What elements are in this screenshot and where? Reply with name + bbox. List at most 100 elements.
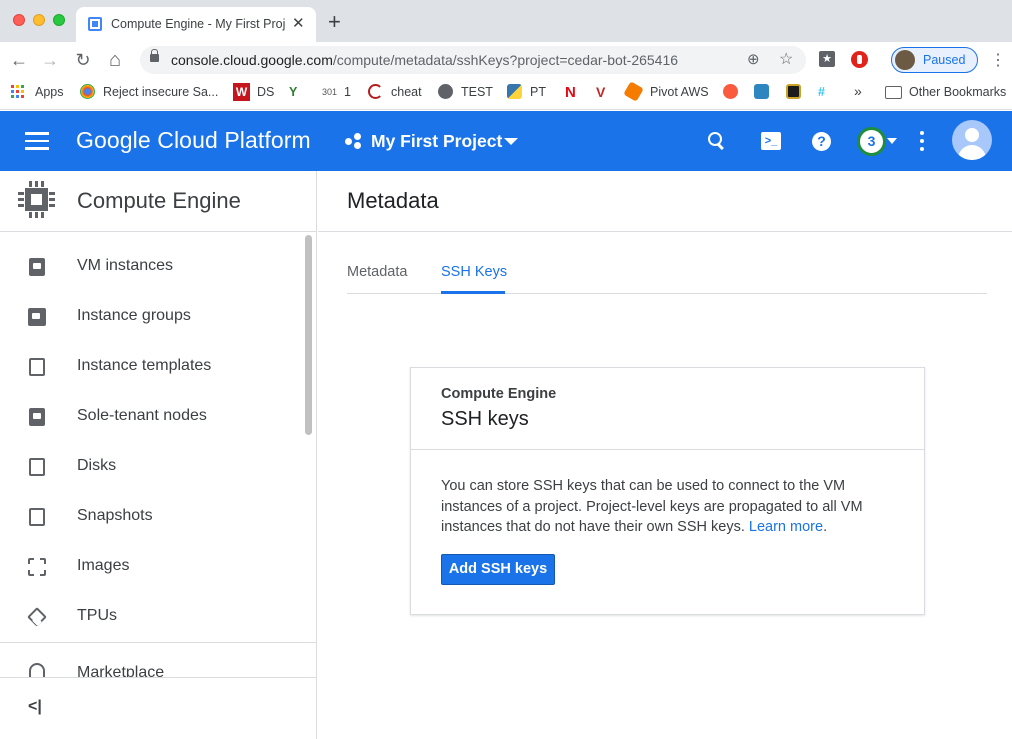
tab-close-icon[interactable]: ✕ bbox=[292, 14, 305, 32]
zoom-window-button[interactable] bbox=[53, 14, 65, 26]
aws-icon bbox=[623, 81, 644, 102]
bookmark-star-icon[interactable]: ☆ bbox=[779, 49, 793, 69]
crescent-icon bbox=[368, 84, 383, 99]
profile-button[interactable]: Paused bbox=[891, 47, 978, 73]
sidebar-item-label: Disks bbox=[77, 457, 117, 474]
sidebar-item-disks[interactable]: Disks bbox=[0, 442, 300, 492]
music-icon[interactable] bbox=[723, 84, 738, 99]
new-tab-button[interactable]: + bbox=[328, 11, 341, 33]
bookmark-cheat[interactable]: cheat bbox=[391, 85, 422, 99]
instance-templates-icon bbox=[29, 358, 45, 376]
page-title-bar: Metadata bbox=[318, 171, 1012, 232]
card-title: SSH keys bbox=[441, 408, 529, 430]
sidebar-item-label: VM instances bbox=[77, 257, 174, 274]
ssh-keys-card: Compute Engine SSH keys You can store SS… bbox=[410, 367, 925, 615]
browser-tab-strip: Compute Engine - My First Proje ✕ + bbox=[0, 0, 1012, 42]
sidebar-item-instance-groups[interactable]: Instance groups bbox=[0, 292, 300, 342]
other-bookmarks[interactable]: Other Bookmarks bbox=[909, 85, 1006, 99]
chrome-icon bbox=[80, 84, 95, 99]
bookmark-reject-insecure[interactable]: Reject insecure Sa... bbox=[103, 85, 218, 99]
sidebar-item-label: Sole-tenant nodes bbox=[77, 407, 207, 424]
sidebar-item-label: Marketplace bbox=[77, 664, 165, 677]
opera-extension-icon[interactable] bbox=[851, 51, 868, 68]
sidebar-item-vm-instances[interactable]: VM instances bbox=[0, 242, 300, 292]
sidebar-item-tpus[interactable]: TPUs bbox=[0, 592, 300, 642]
bookmarks-overflow-icon[interactable]: » bbox=[854, 83, 862, 99]
add-ssh-keys-button[interactable]: Add SSH keys bbox=[441, 554, 555, 585]
card-description-period: . bbox=[823, 519, 828, 535]
sole-tenant-node-icon bbox=[29, 408, 45, 426]
v-logo-icon[interactable]: V bbox=[596, 84, 605, 100]
bookmark-1[interactable]: 1 bbox=[344, 85, 351, 99]
marketplace-icon bbox=[29, 663, 45, 677]
gcp-header: Google Cloud Platform My First Project >… bbox=[0, 111, 1012, 171]
metadata-tabs: Metadata SSH Keys bbox=[347, 256, 987, 294]
search-icon[interactable] bbox=[707, 131, 727, 151]
browser-tab[interactable]: Compute Engine - My First Proje ✕ bbox=[76, 7, 316, 42]
home-icon[interactable]: ⌂ bbox=[103, 48, 127, 72]
address-bar[interactable]: console.cloud.google.com/compute/metadat… bbox=[140, 46, 806, 74]
more-vert-icon[interactable] bbox=[919, 131, 925, 151]
learn-more-link[interactable]: Learn more bbox=[749, 519, 823, 535]
close-window-button[interactable] bbox=[13, 14, 25, 26]
globe-icon bbox=[438, 84, 453, 99]
tab-metadata[interactable]: Metadata bbox=[347, 264, 407, 280]
badge-icon[interactable] bbox=[786, 84, 801, 99]
sidebar-divider bbox=[0, 642, 316, 643]
sidebar-header: Compute Engine bbox=[0, 171, 316, 232]
zoom-icon[interactable]: ⊕ bbox=[747, 50, 760, 68]
chrome-menu-icon[interactable]: ⋮ bbox=[990, 50, 1006, 70]
menu-icon[interactable] bbox=[25, 132, 49, 150]
sidebar-footer: <| bbox=[0, 677, 316, 739]
sidebar-item-snapshots[interactable]: Snapshots bbox=[0, 492, 300, 542]
sidebar-item-sole-tenant-nodes[interactable]: Sole-tenant nodes bbox=[0, 392, 300, 442]
snapshot-icon bbox=[29, 508, 45, 526]
sidebar-item-images[interactable]: Images bbox=[0, 542, 300, 592]
reload-icon[interactable]: ↻ bbox=[71, 48, 95, 72]
sidebar-item-label: Instance groups bbox=[77, 307, 191, 324]
help-icon[interactable]: ? bbox=[812, 132, 831, 151]
netflix-icon[interactable]: N bbox=[565, 84, 576, 101]
sidebar-item-label: TPUs bbox=[77, 607, 117, 624]
back-arrow-icon[interactable]: ← bbox=[7, 48, 31, 72]
gcp-title[interactable]: Google Cloud Platform bbox=[76, 127, 311, 154]
cloud-shell-icon[interactable]: >_ bbox=[761, 132, 781, 150]
bookmark-ds[interactable]: DS bbox=[257, 85, 274, 99]
collapse-sidebar-icon[interactable]: <| bbox=[28, 698, 42, 716]
lock-icon[interactable] bbox=[150, 49, 159, 62]
tab-ssh-keys[interactable]: SSH Keys bbox=[441, 264, 507, 280]
profile-avatar bbox=[895, 50, 915, 70]
chevron-down-icon bbox=[504, 138, 518, 145]
sidebar-scrollbar[interactable] bbox=[305, 235, 312, 435]
forward-arrow-icon[interactable]: → bbox=[38, 48, 62, 72]
extension-star-icon[interactable]: ★ bbox=[819, 51, 835, 67]
bookmark-apps[interactable]: Apps bbox=[35, 85, 64, 99]
apps-grid-icon[interactable] bbox=[11, 85, 25, 99]
python-icon bbox=[507, 84, 522, 99]
plus-square-icon[interactable] bbox=[754, 84, 769, 99]
image-icon bbox=[28, 558, 46, 576]
bookmark-test[interactable]: TEST bbox=[461, 85, 493, 99]
tab-title: Compute Engine - My First Proje bbox=[111, 17, 286, 31]
bookmark-pt[interactable]: PT bbox=[530, 85, 546, 99]
slack-icon[interactable]: # bbox=[818, 85, 825, 99]
sidebar-item-marketplace[interactable]: Marketplace bbox=[0, 651, 316, 677]
active-tab-indicator bbox=[441, 291, 505, 294]
project-hierarchy-icon bbox=[345, 133, 363, 149]
card-description: You can store SSH keys that can be used … bbox=[441, 476, 891, 538]
sprout-icon[interactable]: Y bbox=[289, 85, 297, 99]
sidebar-item-label: Snapshots bbox=[77, 507, 153, 524]
instance-groups-icon bbox=[28, 308, 46, 326]
notifications-badge[interactable]: 3 bbox=[857, 127, 886, 156]
main-content: Metadata Metadata SSH Keys Compute Engin… bbox=[318, 171, 1012, 739]
bookmark-pivot-aws[interactable]: Pivot AWS bbox=[650, 85, 709, 99]
notifications-caret-icon[interactable] bbox=[887, 138, 897, 144]
compute-engine-chip-icon bbox=[18, 181, 55, 218]
301-icon: 301 bbox=[322, 87, 338, 97]
project-name: My First Project bbox=[371, 131, 503, 151]
account-avatar[interactable] bbox=[952, 120, 992, 160]
sidebar-item-instance-templates[interactable]: Instance templates bbox=[0, 342, 300, 392]
url-text[interactable]: console.cloud.google.com/compute/metadat… bbox=[171, 52, 678, 68]
w-logo-icon: W bbox=[233, 83, 250, 101]
minimize-window-button[interactable] bbox=[33, 14, 45, 26]
